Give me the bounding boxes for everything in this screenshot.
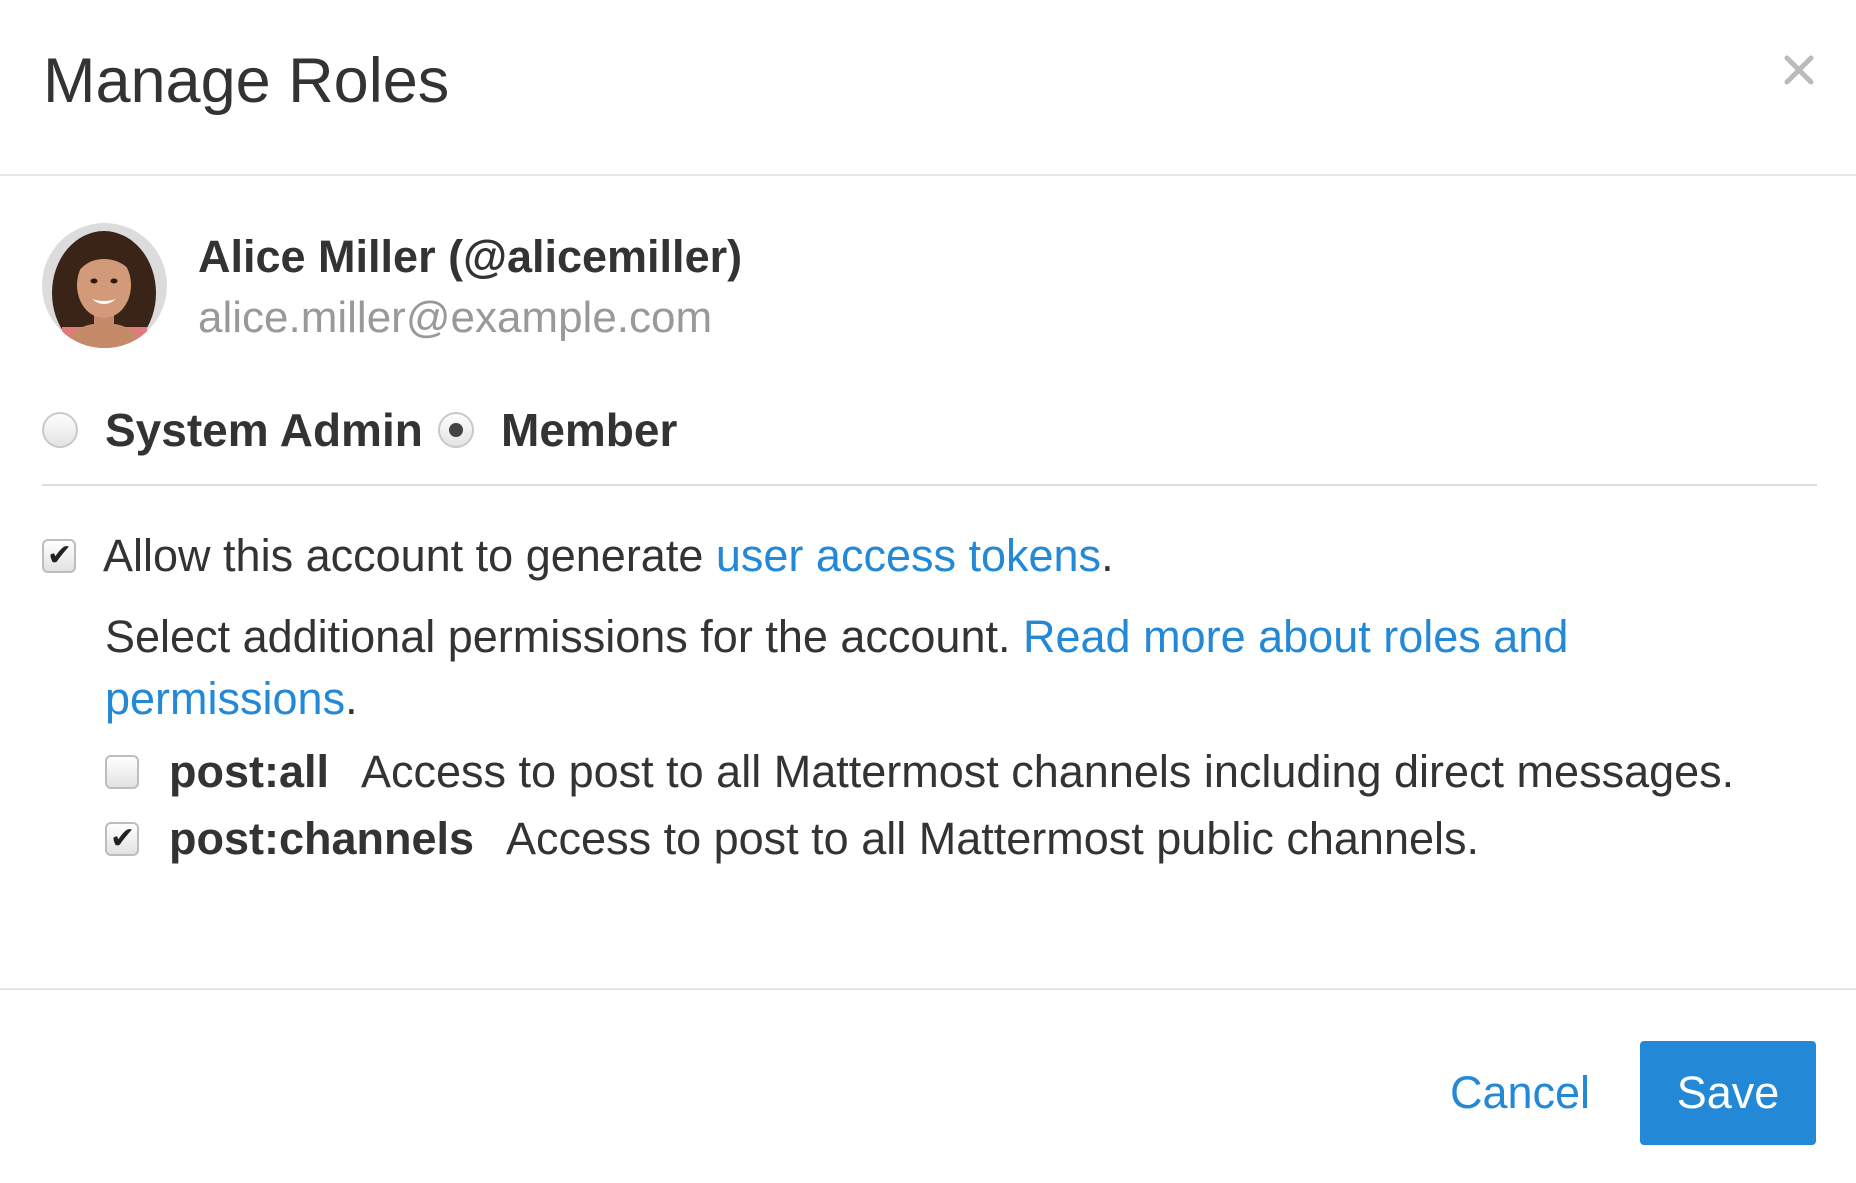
modal-body: Alice Miller (@alicemiller) alice.miller… [0,176,1856,988]
user-access-tokens-link[interactable]: user access tokens [716,530,1101,581]
permission-description: Access to post to all Mattermost public … [506,813,1479,864]
user-display-name: Alice Miller (@alicemiller) [198,231,743,282]
modal-header: Manage Roles [0,0,1856,176]
tokens-text: Allow this account to generate [103,530,716,581]
role-label-system-admin: System Admin [105,404,423,456]
post-channels-checkbox[interactable]: ✔ [105,822,139,856]
user-email: alice.miller@example.com [198,293,713,342]
role-option-member[interactable]: Member [438,400,677,460]
avatar [42,223,167,348]
divider [42,484,1817,486]
permission-post-channels: ✔ post:channels Access to post to all Ma… [105,809,1479,869]
radio-system-admin[interactable] [42,412,78,448]
permissions-description: Select additional permissions for the ac… [105,606,1685,730]
post-all-checkbox[interactable] [105,755,139,789]
radio-member[interactable] [438,412,474,448]
modal-title: Manage Roles [43,46,450,116]
save-button[interactable]: Save [1640,1041,1816,1145]
user-access-tokens-label: Allow this account to generate user acce… [103,530,1114,582]
cancel-button[interactable]: Cancel [1430,1041,1610,1145]
permission-description: Access to post to all Mattermost channel… [361,746,1735,797]
user-access-tokens-checkbox[interactable]: ✔ [42,539,76,573]
modal-footer: Cancel Save [0,988,1856,1183]
role-option-system-admin[interactable]: System Admin [42,400,423,460]
permissions-description-text: Select additional permissions for the ac… [105,611,1023,662]
manage-roles-modal: Manage Roles Alice Miller (@alicemiller)… [0,0,1856,1183]
permission-name: post:all [169,746,330,797]
permissions-period: . [345,673,358,724]
role-label-member: Member [501,404,678,456]
close-icon[interactable] [1775,46,1823,94]
user-access-tokens-option: ✔ Allow this account to generate user ac… [42,526,1114,586]
tokens-period: . [1101,530,1114,581]
checkmark-icon: ✔ [47,538,73,573]
permission-name: post:channels [169,813,475,864]
checkmark-icon: ✔ [110,821,136,856]
permission-post-all: post:all Access to post to all Mattermos… [105,742,1734,802]
